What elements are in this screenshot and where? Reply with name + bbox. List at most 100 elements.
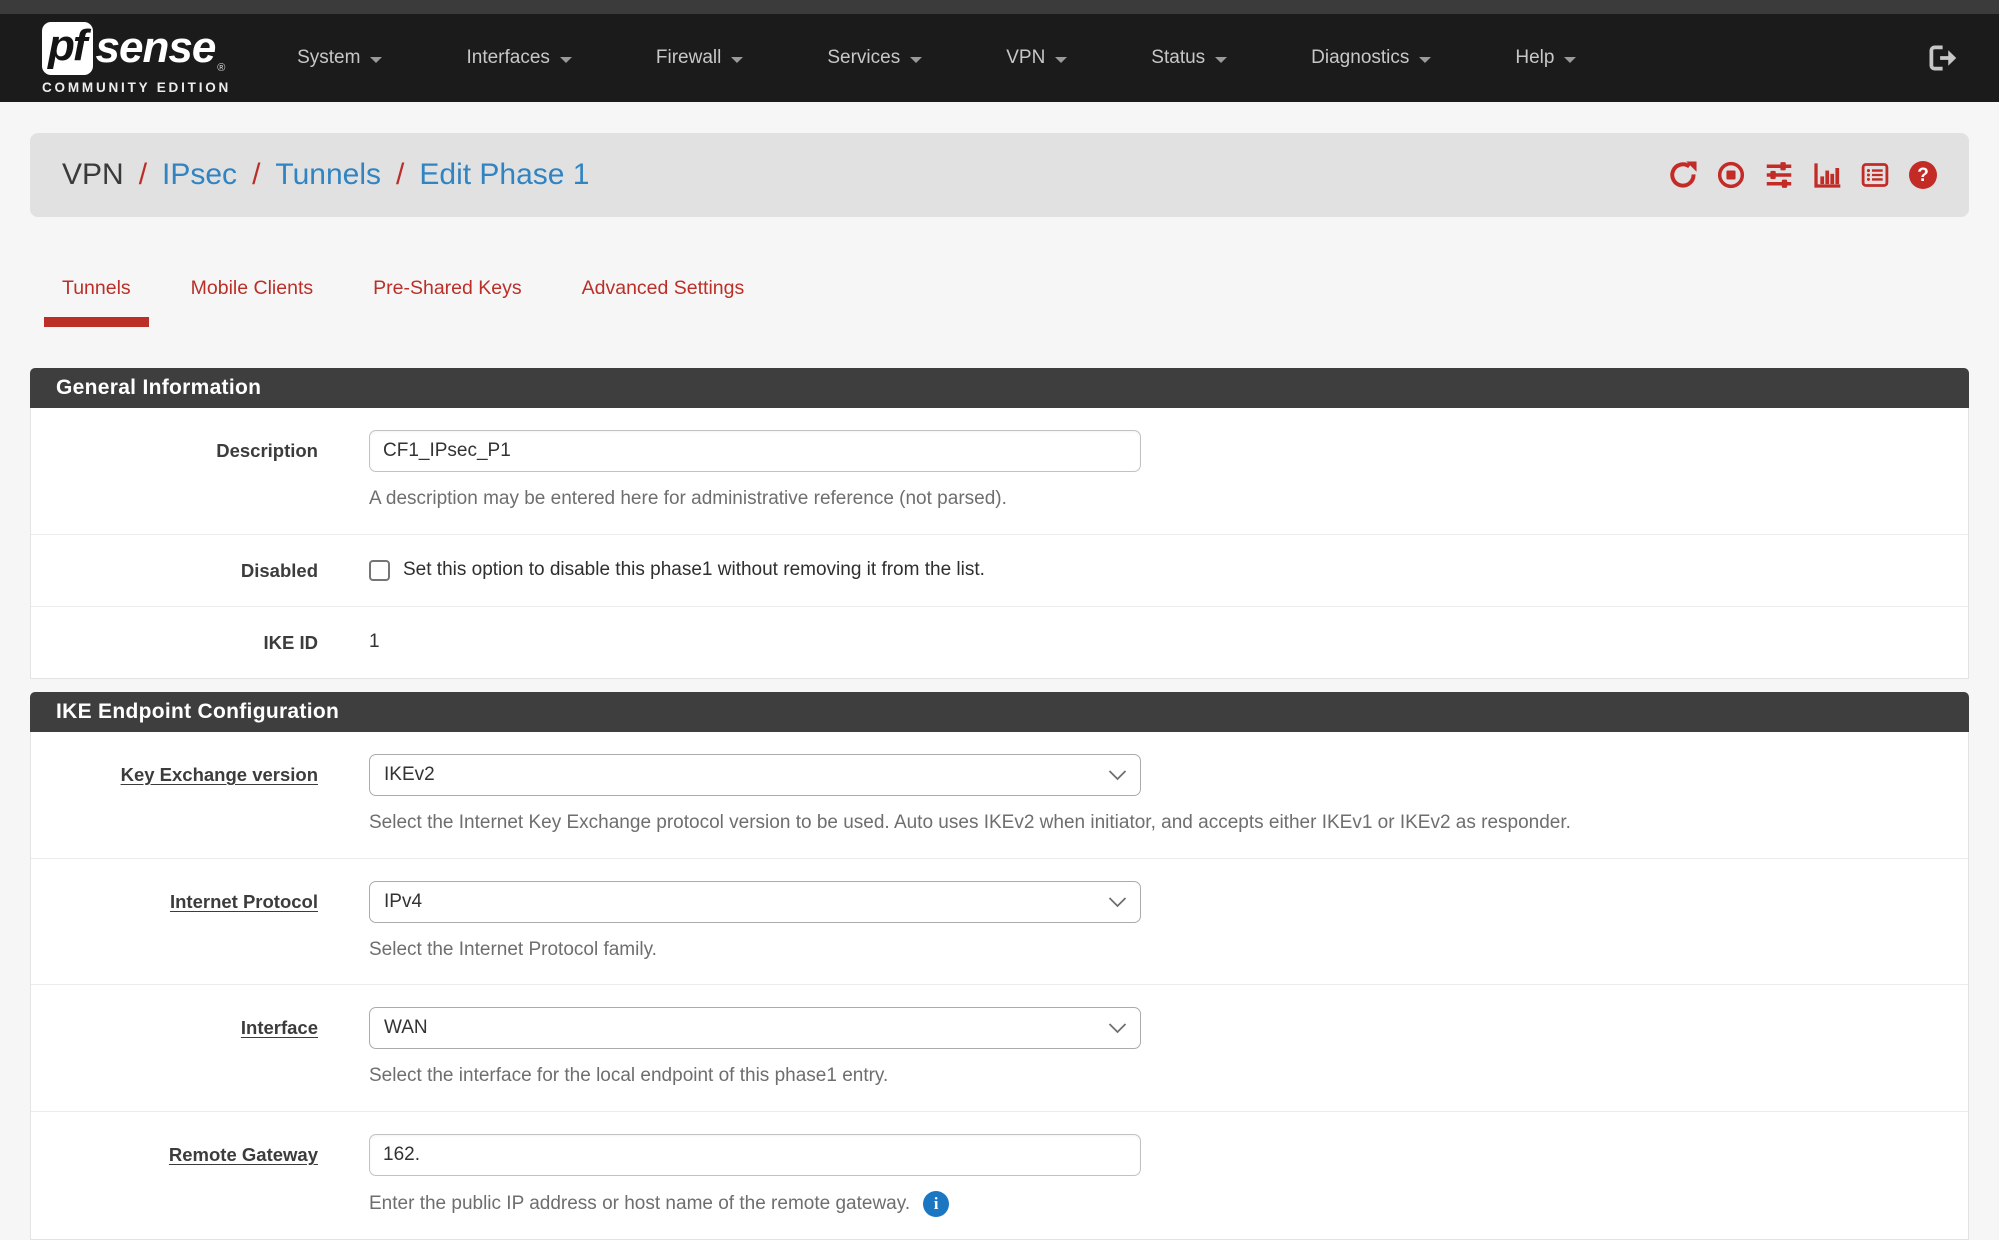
- chevron-down-icon: [1108, 896, 1127, 907]
- internet-protocol-control: IPv4 Select the Internet Protocol family…: [369, 881, 1938, 963]
- top-navbar: pf sense ® COMMUNITY EDITION System Inte…: [0, 14, 1999, 102]
- remote-gateway-help-row: Enter the public IP address or host name…: [369, 1191, 1938, 1217]
- description-control: A description may be entered here for ad…: [369, 430, 1938, 512]
- remote-gateway-row: Remote Gateway Enter the public IP addre…: [31, 1111, 1968, 1239]
- nav-item-diagnostics[interactable]: Diagnostics: [1311, 47, 1431, 69]
- key-exchange-control: IKEv2 Select the Internet Key Exchange p…: [369, 754, 1938, 836]
- tab-mobile-clients[interactable]: Mobile Clients: [173, 277, 331, 327]
- ike-id-label: IKE ID: [31, 631, 318, 654]
- list-alt-icon: [1861, 161, 1889, 189]
- refresh-button[interactable]: [1669, 161, 1697, 189]
- tab-advanced-settings[interactable]: Advanced Settings: [564, 277, 763, 327]
- nav-item-firewall[interactable]: Firewall: [656, 47, 743, 69]
- chevron-down-icon: [1108, 769, 1127, 780]
- disabled-control: Set this option to disable this phase1 w…: [369, 559, 1938, 581]
- window-top-strip: [0, 0, 1999, 14]
- sign-out-icon: [1927, 43, 1957, 73]
- caret-down-icon: [370, 57, 382, 63]
- ike-id-control: 1: [369, 631, 1938, 653]
- caret-down-icon: [560, 57, 572, 63]
- ike-endpoint-configuration-section: IKE Endpoint Configuration Key Exchange …: [30, 692, 1969, 1240]
- stop-button[interactable]: [1717, 161, 1745, 189]
- interface-control: WAN Select the interface for the local e…: [369, 1007, 1938, 1089]
- interface-row: Interface WAN Select the interface for t…: [31, 984, 1968, 1111]
- disabled-label: Disabled: [31, 559, 318, 582]
- description-input[interactable]: [369, 430, 1141, 472]
- nav-item-label: Help: [1515, 47, 1554, 69]
- nav-item-label: Status: [1151, 47, 1205, 69]
- key-exchange-select[interactable]: IKEv2: [369, 754, 1141, 796]
- ike-id-value: 1: [369, 631, 380, 653]
- sliders-icon: [1765, 161, 1793, 189]
- nav-item-label: Firewall: [656, 47, 721, 69]
- internet-protocol-row: Internet Protocol IPv4 Select the Intern…: [31, 858, 1968, 985]
- key-exchange-label: Key Exchange version: [31, 754, 318, 836]
- internet-protocol-label: Internet Protocol: [31, 881, 318, 963]
- breadcrumb-separator: /: [396, 158, 404, 192]
- redo-icon: [1669, 161, 1697, 189]
- ike-endpoint-panel: Key Exchange version IKEv2 Select the In…: [30, 732, 1969, 1240]
- logo-sense-text: sense: [96, 26, 216, 70]
- nav-item-help[interactable]: Help: [1515, 47, 1576, 69]
- internet-protocol-help: Select the Internet Protocol family.: [369, 938, 1938, 963]
- internet-protocol-select[interactable]: IPv4: [369, 881, 1141, 923]
- page-action-icons: ?: [1669, 161, 1937, 189]
- remote-gateway-label: Remote Gateway: [31, 1134, 318, 1217]
- nav-item-label: Diagnostics: [1311, 47, 1409, 69]
- key-exchange-selected-value: IKEv2: [384, 764, 435, 786]
- disabled-checkbox-label: Set this option to disable this phase1 w…: [403, 559, 985, 581]
- disabled-row: Disabled Set this option to disable this…: [31, 534, 1968, 606]
- description-help: A description may be entered here for ad…: [369, 487, 1938, 512]
- nav-item-system[interactable]: System: [297, 47, 382, 69]
- interface-select[interactable]: WAN: [369, 1007, 1141, 1049]
- monitoring-button[interactable]: [1813, 161, 1841, 189]
- nav-item-status[interactable]: Status: [1151, 47, 1227, 69]
- interface-selected-value: WAN: [384, 1017, 428, 1039]
- nav-item-label: System: [297, 47, 360, 69]
- filter-button[interactable]: [1765, 161, 1793, 189]
- breadcrumb-tunnels[interactable]: Tunnels: [275, 158, 381, 192]
- question-circle-icon: ?: [1917, 166, 1929, 185]
- log-button[interactable]: [1861, 161, 1889, 189]
- remote-gateway-input[interactable]: [369, 1134, 1141, 1176]
- section-header-general-information: General Information: [30, 368, 1969, 408]
- key-exchange-row: Key Exchange version IKEv2 Select the In…: [31, 732, 1968, 858]
- disabled-checkbox[interactable]: [369, 560, 390, 581]
- pfsense-logo[interactable]: pf sense ® COMMUNITY EDITION: [42, 22, 231, 95]
- caret-down-icon: [910, 57, 922, 63]
- help-button[interactable]: ?: [1909, 161, 1937, 189]
- stop-circle-icon: [1717, 161, 1745, 189]
- breadcrumb-edit-phase-1[interactable]: Edit Phase 1: [419, 158, 589, 192]
- description-label: Description: [31, 430, 318, 512]
- info-glyph: i: [934, 1193, 939, 1215]
- interface-help: Select the interface for the local endpo…: [369, 1064, 1938, 1089]
- breadcrumb-bar: VPN / IPsec / Tunnels / Edit Phase 1: [30, 133, 1969, 217]
- nav-item-vpn[interactable]: VPN: [1006, 47, 1067, 69]
- nav-item-interfaces[interactable]: Interfaces: [466, 47, 571, 69]
- caret-down-icon: [1419, 57, 1431, 63]
- caret-down-icon: [731, 57, 743, 63]
- chevron-down-icon: [1108, 1023, 1127, 1034]
- logo-registered-mark: ®: [217, 63, 225, 74]
- interface-label: Interface: [31, 1007, 318, 1089]
- nav-item-label: Services: [827, 47, 900, 69]
- tab-pre-shared-keys[interactable]: Pre-Shared Keys: [355, 277, 540, 327]
- key-exchange-help: Select the Internet Key Exchange protoco…: [369, 811, 1938, 836]
- logo-row: pf sense ®: [42, 22, 231, 75]
- logout-button[interactable]: [1927, 43, 1957, 73]
- logo-subtitle: COMMUNITY EDITION: [42, 80, 231, 95]
- info-circle-icon[interactable]: i: [923, 1191, 949, 1217]
- remote-gateway-help: Enter the public IP address or host name…: [369, 1192, 910, 1217]
- breadcrumb-separator: /: [252, 158, 260, 192]
- tab-tunnels[interactable]: Tunnels: [44, 277, 149, 327]
- section-header-ike-endpoint: IKE Endpoint Configuration: [30, 692, 1969, 732]
- bar-chart-icon: [1813, 161, 1841, 189]
- caret-down-icon: [1215, 57, 1227, 63]
- caret-down-icon: [1564, 57, 1576, 63]
- breadcrumb-ipsec[interactable]: IPsec: [162, 158, 237, 192]
- breadcrumb: VPN / IPsec / Tunnels / Edit Phase 1: [62, 158, 590, 192]
- nav-item-label: Interfaces: [466, 47, 549, 69]
- logo-pf-box: pf: [42, 22, 93, 75]
- nav-item-label: VPN: [1006, 47, 1045, 69]
- nav-item-services[interactable]: Services: [827, 47, 922, 69]
